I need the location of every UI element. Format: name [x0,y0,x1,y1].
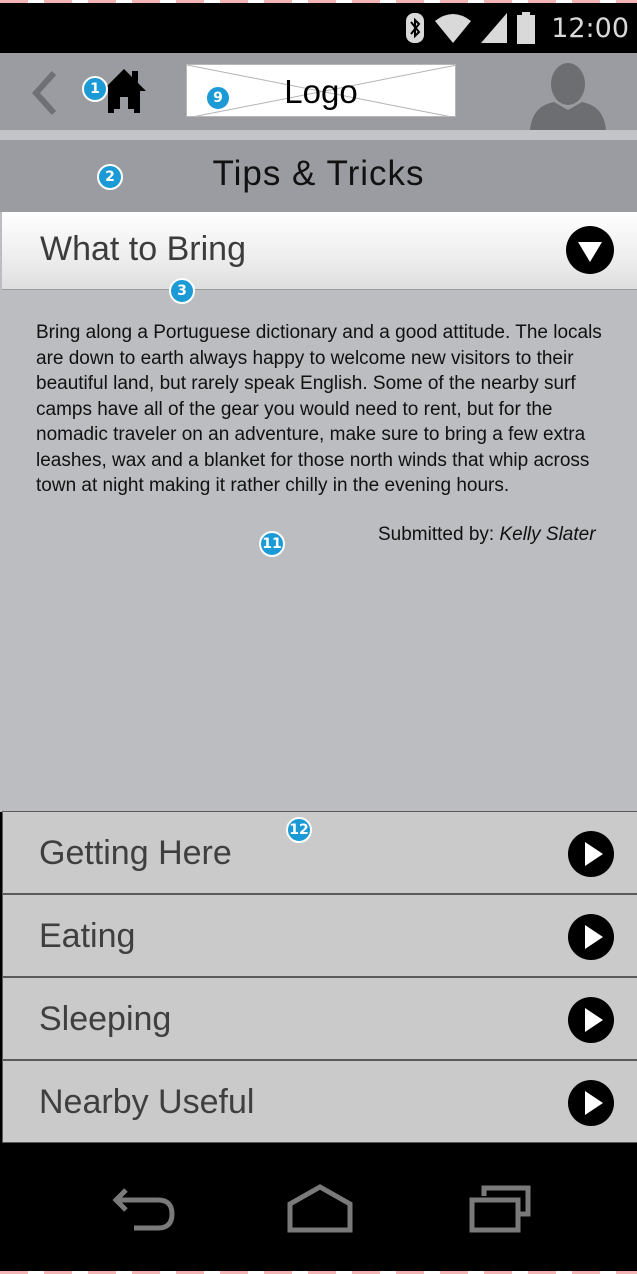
status-bar: 12:00 [0,3,637,53]
signal-icon [481,13,508,43]
back-nav-icon[interactable] [112,1184,176,1232]
page-title: Tips & Tricks [212,154,425,193]
section-item-sleeping[interactable]: Sleeping [2,977,637,1060]
annotation-badge: 12 [286,817,312,843]
collapse-toggle-icon[interactable] [565,225,615,275]
play-arrow-icon[interactable] [567,913,615,961]
annotation-badge: 11 [259,531,285,557]
annotation-badge: 3 [169,278,195,304]
section-item-eating[interactable]: Eating [2,894,637,977]
annotation-badge: 1 [82,76,108,102]
submitted-by: Submitted by: Kelly Slater [378,524,596,546]
play-arrow-icon[interactable] [567,1079,615,1127]
section-label: Getting Here [39,834,232,872]
section-item-getting-here[interactable]: Getting Here [2,811,637,894]
status-time: 12:00 [551,12,629,44]
bluetooth-icon [406,13,425,43]
recent-apps-icon[interactable] [468,1184,532,1234]
section-label: Sleeping [39,1000,172,1038]
avatar-icon[interactable] [528,60,608,130]
play-arrow-icon[interactable] [567,996,615,1044]
tip-body-text: Bring along a Portuguese dictionary and … [36,322,602,496]
submitted-by-prefix: Submitted by: [378,524,500,545]
section-header-what-to-bring[interactable]: What to Bring [2,212,637,290]
back-chevron-icon[interactable] [32,71,58,115]
wifi-icon [435,14,472,43]
submitted-by-name[interactable]: Kelly Slater [499,524,595,545]
section-label: Nearby Useful [39,1083,255,1121]
home-nav-icon[interactable] [286,1184,354,1234]
play-arrow-icon[interactable] [567,830,615,878]
section-item-nearby-useful[interactable]: Nearby Useful [2,1060,637,1143]
section-label: What to Bring [40,230,246,268]
annotation-badge: 2 [97,164,123,190]
battery-icon [517,12,536,44]
title-bar: Tips & Tricks [0,140,637,212]
section-label: Eating [39,917,136,955]
header-separator [0,130,637,140]
system-nav-bar [0,1144,637,1271]
expanded-section-panel: What to Bring Bring along a Portuguese d… [0,212,637,812]
annotation-badge: 9 [205,85,231,111]
